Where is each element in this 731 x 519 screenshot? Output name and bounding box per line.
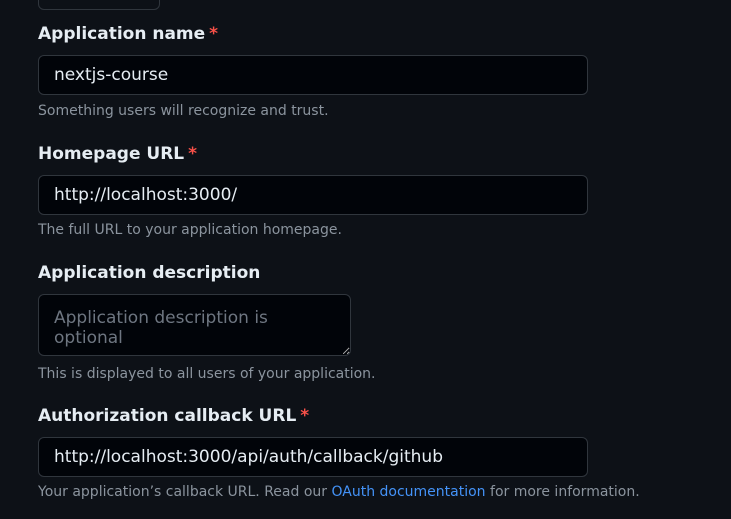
homepage-url-label-text: Homepage URL: [38, 144, 185, 164]
callback-hint-text-before: Your application’s callback URL. Read ou…: [38, 484, 332, 500]
app-description-label: Application description: [38, 263, 261, 283]
app-name-label-text: Application name: [38, 24, 206, 44]
callback-url-label: Authorization callback URL *: [38, 405, 309, 427]
callback-url-input[interactable]: [38, 437, 588, 477]
app-description-textarea[interactable]: [38, 294, 351, 356]
previous-control-edge: [38, 0, 160, 10]
required-asterisk: *: [188, 144, 198, 164]
homepage-url-label: Homepage URL *: [38, 143, 197, 165]
callback-url-hint: Your application’s callback URL. Read ou…: [38, 483, 640, 501]
homepage-url-input[interactable]: [38, 175, 588, 215]
oauth-app-form: Application name* Something users will r…: [0, 0, 731, 519]
callback-hint-text-after: for more information.: [485, 484, 640, 500]
required-asterisk: *: [209, 24, 219, 44]
app-name-hint: Something users will recognize and trust…: [38, 103, 329, 119]
app-name-input[interactable]: [38, 55, 588, 95]
required-asterisk: *: [300, 406, 310, 426]
homepage-url-hint: The full URL to your application homepag…: [38, 222, 342, 238]
callback-url-label-text: Authorization callback URL: [38, 406, 297, 426]
app-name-label: Application name *: [38, 23, 218, 45]
app-description-hint: This is displayed to all users of your a…: [38, 366, 376, 382]
oauth-documentation-link[interactable]: OAuth documentation: [331, 484, 485, 500]
